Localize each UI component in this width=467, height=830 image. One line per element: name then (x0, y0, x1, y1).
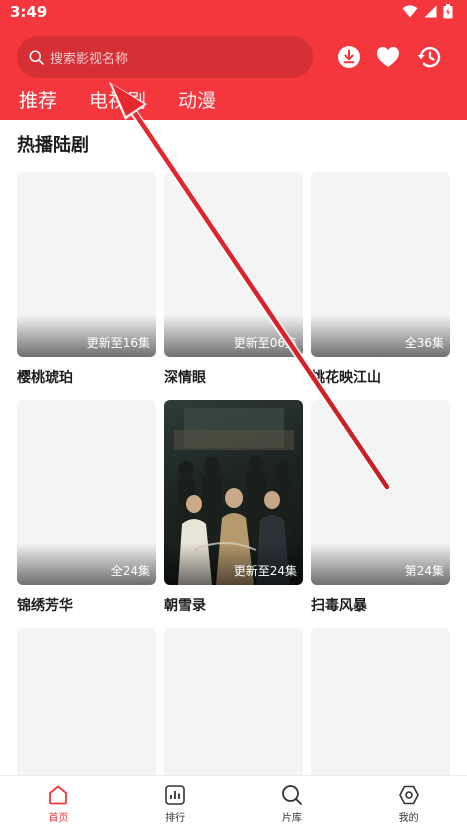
show-title[interactable]: 深情眼 (164, 367, 303, 387)
tabbar-profile-label: 我的 (398, 813, 419, 824)
battery-icon (443, 4, 453, 19)
episode-badge: 更新至24集 (233, 564, 297, 578)
bottom-tab-bar: 首页 排行 片库 我的 (0, 775, 467, 830)
show-title[interactable]: 锦绣芳华 (17, 595, 156, 615)
show-card[interactable]: 更新至24集 朝雪录 (164, 400, 303, 628)
show-poster-image[interactable]: 更新至24集 (164, 400, 303, 585)
tabbar-ranking[interactable]: 排行 (117, 776, 234, 830)
status-bar: 3:49 (0, 0, 467, 26)
show-poster[interactable]: 更新至16集 (17, 172, 156, 357)
tab-anime[interactable]: 动漫 (178, 86, 216, 113)
show-grid: 更新至16集 樱桃琥珀 更新至06集 深情眼 全36集 桃花映江山 全24集 锦… (17, 172, 454, 830)
episode-badge: 第24集 (404, 564, 444, 578)
show-poster[interactable]: 全36集 (311, 172, 450, 357)
search-icon (281, 785, 302, 805)
show-title[interactable]: 桃花映江山 (311, 367, 450, 387)
download-icon (338, 46, 360, 68)
history-icon (417, 46, 441, 68)
category-tabs: 推荐 电视剧 动漫 (19, 86, 216, 113)
download-button[interactable] (336, 44, 362, 70)
system-icons (402, 4, 453, 19)
show-title[interactable]: 扫毒风暴 (311, 595, 450, 615)
episode-badge: 更新至06集 (233, 336, 297, 350)
header-bar: 3:49 搜索影视名称 推荐 电视剧 动漫 (0, 0, 467, 120)
show-title[interactable]: 朝雪录 (164, 595, 303, 615)
home-icon (49, 785, 68, 805)
favorites-button[interactable] (375, 44, 401, 70)
episode-badge: 全24集 (110, 564, 150, 578)
episode-badge: 全36集 (404, 336, 444, 350)
tabbar-ranking-label: 排行 (165, 813, 186, 824)
tabbar-library-label: 片库 (281, 813, 302, 824)
search-placeholder: 搜索影视名称 (50, 51, 129, 67)
tabbar-profile[interactable]: 我的 (350, 776, 467, 830)
tabbar-library[interactable]: 片库 (234, 776, 351, 830)
show-card[interactable]: 全24集 锦绣芳华 (17, 400, 156, 628)
tab-recommended[interactable]: 推荐 (19, 86, 57, 113)
show-card[interactable]: 第24集 扫毒风暴 (311, 400, 450, 628)
profile-hexagon-icon (398, 785, 419, 805)
status-time: 3:49 (10, 3, 48, 21)
cell-signal-icon (424, 5, 437, 18)
section-title: 热播陆剧 (17, 135, 89, 156)
show-poster[interactable]: 第24集 (311, 400, 450, 585)
show-card[interactable]: 全36集 桃花映江山 (311, 172, 450, 400)
show-card[interactable]: 更新至16集 樱桃琥珀 (17, 172, 156, 400)
show-card[interactable]: 更新至06集 深情眼 (164, 172, 303, 400)
show-poster[interactable]: 全24集 (17, 400, 156, 585)
episode-badge: 更新至16集 (86, 336, 150, 350)
show-poster[interactable]: 更新至06集 (164, 172, 303, 357)
tab-tv-series[interactable]: 电视剧 (89, 86, 146, 113)
history-button[interactable] (416, 44, 442, 70)
show-title[interactable]: 樱桃琥珀 (17, 367, 156, 387)
tabbar-home[interactable]: 首页 (0, 776, 117, 830)
ranking-chart-icon (165, 785, 185, 805)
search-icon (29, 50, 44, 65)
search-input[interactable]: 搜索影视名称 (17, 36, 313, 78)
heart-icon (377, 47, 399, 67)
tabbar-home-label: 首页 (48, 813, 69, 824)
wifi-icon (402, 5, 418, 18)
